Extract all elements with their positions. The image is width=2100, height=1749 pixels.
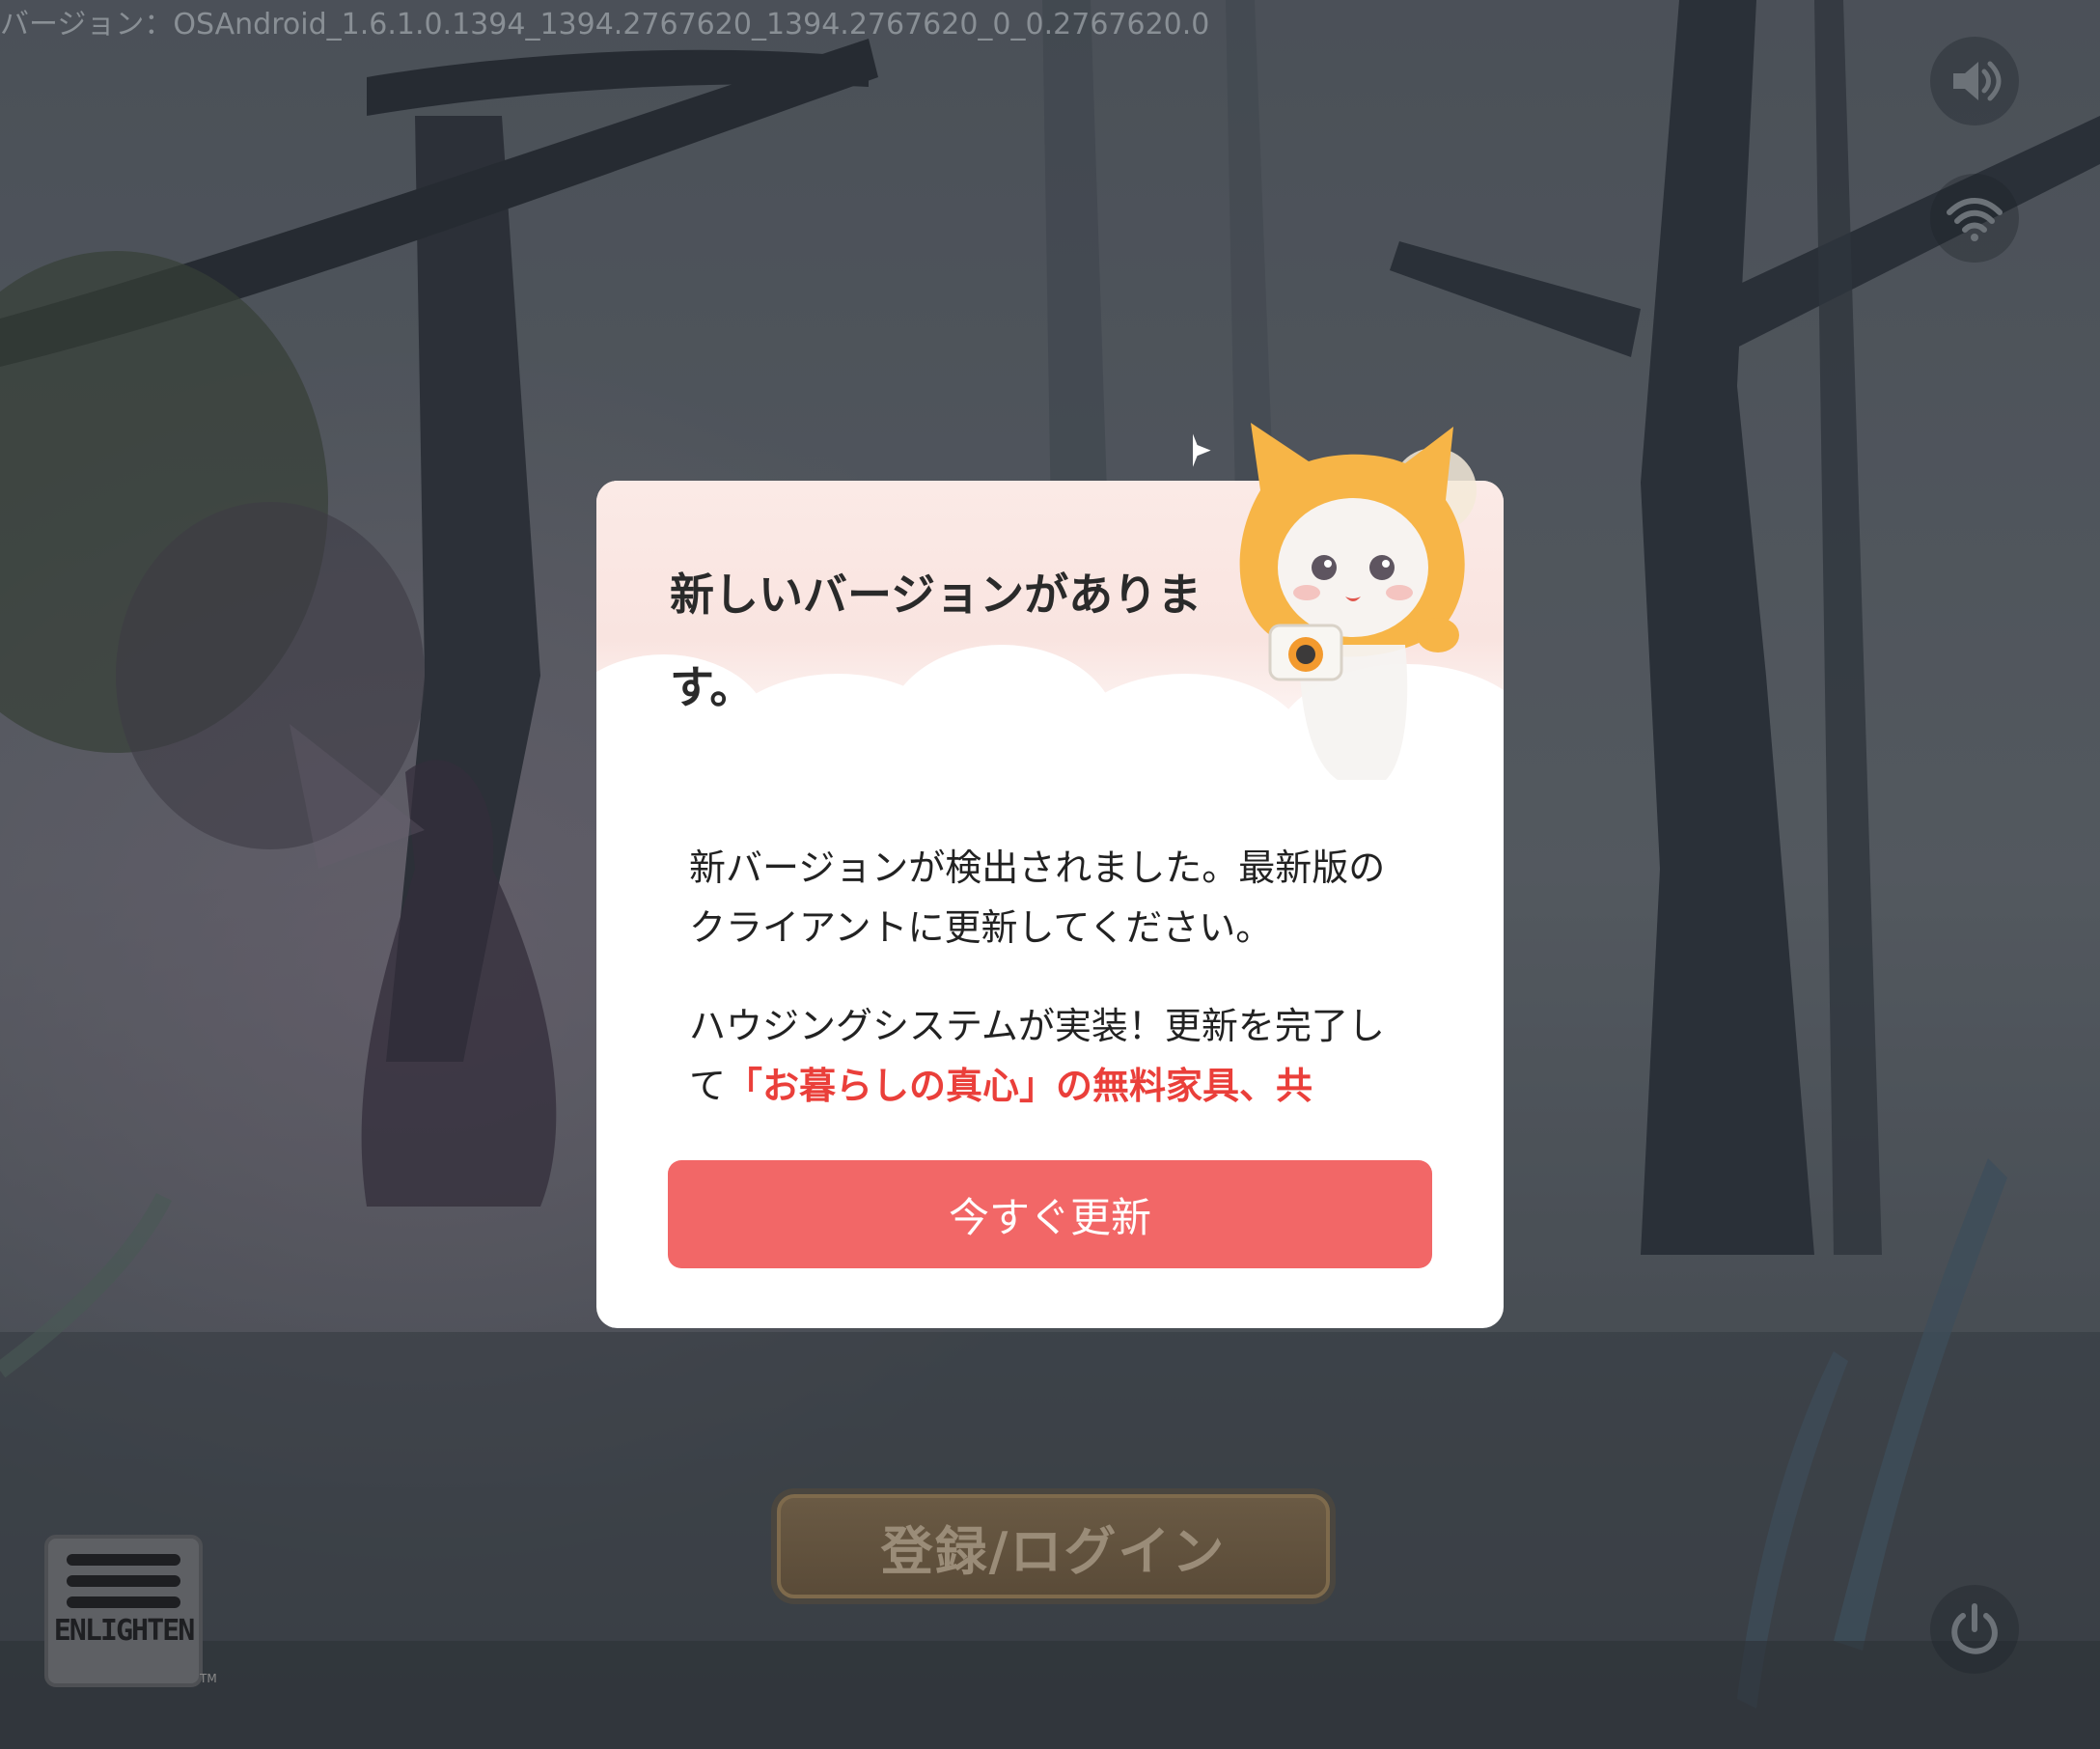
enlighten-logo[interactable]: ENLIGHTEN [44, 1535, 203, 1687]
version-value: OSAndroid_1.6.1.0.1394_1394.2767620_1394… [173, 8, 1210, 42]
wifi-icon [1947, 198, 2003, 241]
power-icon [1951, 1603, 1998, 1654]
dialog-message-1: 新バージョンが検出されました。最新版のクライアントに更新してください。 [689, 847, 1386, 949]
trademark-mark: TM [200, 1672, 217, 1685]
version-label: バージョン： [0, 8, 174, 42]
network-button[interactable] [1930, 174, 2019, 263]
logo-bar [67, 1575, 180, 1587]
update-dialog: 新しいバージョンがあります。 新バージョンが検出されました。最新版のクライアント… [596, 423, 1504, 1328]
dialog-message-2: ハウジングシステムが実装！更新を完了して「お暮らしの真心」の無料家具、共 [689, 996, 1403, 1116]
cat-mascot-illustration [1193, 423, 1477, 780]
logo-word: ENLIGHTEN [53, 1614, 196, 1648]
speaker-icon [1953, 61, 2002, 101]
logo-bar [67, 1596, 180, 1608]
update-now-button[interactable]: 今すぐ更新 [668, 1160, 1432, 1268]
version-string: バージョン：OSAndroid_1.6.1.0.1394_1394.276762… [0, 0, 1209, 42]
logo-bar [67, 1554, 180, 1566]
login-button[interactable]: 登録/ログイン [777, 1494, 1330, 1598]
sound-button[interactable] [1930, 37, 2019, 125]
power-button[interactable] [1930, 1585, 2019, 1674]
dialog-message-2-highlight: 「お暮らしの真心」の無料家具、共 [726, 1065, 1313, 1107]
dialog-title: 新しいバージョンがあります。 [670, 569, 1202, 713]
